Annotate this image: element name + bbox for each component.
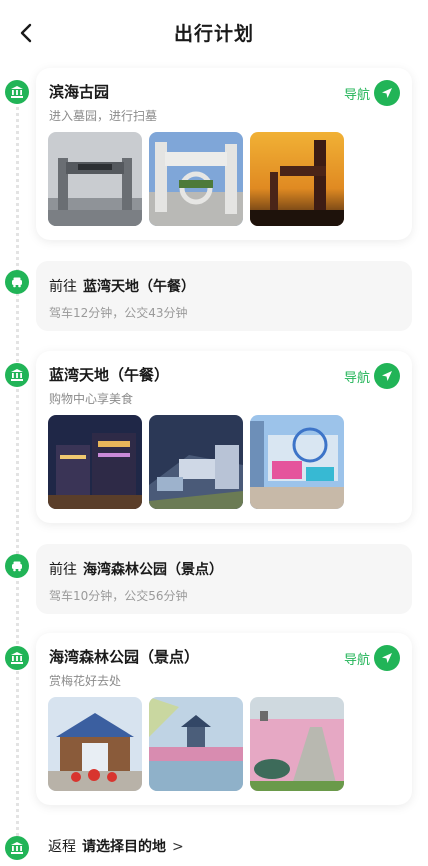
mall-aerial-photo[interactable] xyxy=(149,415,243,509)
stop-card-1[interactable]: 滨海古园 进入墓园，进行扫墓 导航 xyxy=(36,68,412,240)
transit-prefix: 前往 xyxy=(49,562,77,578)
night-mall-photo[interactable] xyxy=(48,415,142,509)
navigate-label: 导航 xyxy=(343,87,370,103)
page-title: 出行计划 xyxy=(173,23,254,45)
landmark-icon xyxy=(5,80,29,104)
photo-row xyxy=(48,415,351,509)
navigation-arrow-icon xyxy=(374,645,400,671)
car-icon xyxy=(5,554,29,578)
stop-card-3[interactable]: 海湾森林公园（景点） 赏梅花好去处 导航 xyxy=(36,633,412,805)
stop-name: 滨海古园 xyxy=(49,83,110,101)
navigate-label: 导航 xyxy=(343,370,370,386)
pagoda-lake-photo[interactable] xyxy=(149,697,243,791)
return-trip-row[interactable]: 返程 请选择目的地 > xyxy=(48,836,184,856)
stop-card-2[interactable]: 蓝湾天地（午餐） 购物中心享美食 导航 xyxy=(36,351,412,523)
transit-segment-1[interactable]: 前往 蓝湾天地（午餐） 驾车12分钟，公交43分钟 xyxy=(36,261,412,331)
stop-description: 赏梅花好去处 xyxy=(49,674,122,688)
navigation-arrow-icon xyxy=(374,80,400,106)
transit-destination: 海湾森林公园（景点） xyxy=(83,562,223,578)
stop-description: 购物中心享美食 xyxy=(49,392,134,406)
photo-row xyxy=(48,697,351,791)
transit-duration: 驾车12分钟，公交43分钟 xyxy=(49,306,188,320)
photo-row xyxy=(48,132,351,226)
return-prefix: 返程 xyxy=(48,839,76,855)
car-icon xyxy=(5,270,29,294)
navigate-label: 导航 xyxy=(343,652,370,668)
navigate-button[interactable]: 导航 xyxy=(344,645,400,671)
navigate-button[interactable]: 导航 xyxy=(344,80,400,106)
stop-description: 进入墓园，进行扫墓 xyxy=(49,109,158,123)
memorial-gate-photo[interactable] xyxy=(48,132,142,226)
transit-prefix: 前往 xyxy=(49,279,77,295)
sunset-gate-photo[interactable] xyxy=(250,132,344,226)
stop-name: 蓝湾天地（午餐） xyxy=(49,366,170,384)
transit-title: 前往 海湾森林公园（景点） xyxy=(49,559,223,579)
landmark-icon xyxy=(5,836,29,860)
timeline-line xyxy=(16,96,19,836)
navigation-arrow-icon xyxy=(374,363,400,389)
chevron-right-icon: > xyxy=(172,839,184,855)
return-destination: 请选择目的地 xyxy=(82,839,166,855)
landmark-icon xyxy=(5,363,29,387)
mall-plaza-photo[interactable] xyxy=(250,415,344,509)
flower-field-photo[interactable] xyxy=(250,697,344,791)
park-gate-photo[interactable] xyxy=(48,697,142,791)
header: 出行计划 xyxy=(0,0,428,66)
transit-segment-2[interactable]: 前往 海湾森林公园（景点） 驾车10分钟，公交56分钟 xyxy=(36,544,412,614)
stop-name: 海湾森林公园（景点） xyxy=(49,648,200,666)
transit-duration: 驾车10分钟，公交56分钟 xyxy=(49,589,188,603)
transit-destination: 蓝湾天地（午餐） xyxy=(83,279,195,295)
stone-archway-photo[interactable] xyxy=(149,132,243,226)
landmark-icon xyxy=(5,646,29,670)
transit-title: 前往 蓝湾天地（午餐） xyxy=(49,276,195,296)
navigate-button[interactable]: 导航 xyxy=(344,363,400,389)
